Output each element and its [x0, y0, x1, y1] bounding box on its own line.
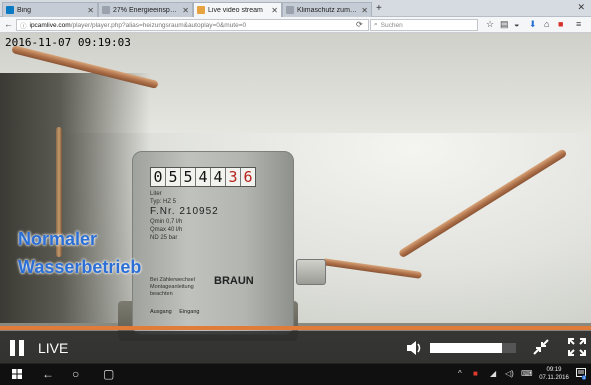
meter-digit: 4: [196, 168, 211, 186]
new-tab-button[interactable]: +: [376, 3, 382, 14]
video-timestamp: 2016-11-07 09:19:03: [5, 36, 131, 49]
tab-energieeinsparung[interactable]: 27% Energieeinsparung - Hei... ✕: [98, 2, 193, 17]
search-input[interactable]: ⌕ Suchen: [370, 19, 478, 31]
close-icon[interactable]: ✕: [361, 6, 368, 15]
speaker-icon[interactable]: [405, 339, 425, 357]
pause-icon[interactable]: [10, 340, 24, 356]
volume-slider[interactable]: [430, 343, 516, 353]
back-arrow-icon[interactable]: ←: [4, 19, 13, 29]
url-path: /player/player.php?alias=heizungsraum&au…: [70, 21, 247, 29]
addon-icon[interactable]: ■: [558, 19, 563, 29]
close-icon[interactable]: ✕: [271, 6, 278, 15]
tab-bar: Bing ✕ 27% Energieeinsparung - Hei... ✕ …: [0, 0, 591, 17]
pipe: [397, 148, 568, 259]
tab-title: Klimaschutz zum Nulltarif - H...: [297, 6, 358, 14]
meter-digit: 6: [241, 168, 255, 186]
exit-fullscreen-icon[interactable]: [532, 338, 550, 356]
pocket-icon[interactable]: ◒: [514, 19, 519, 29]
tray-app-icon[interactable]: ■: [473, 369, 478, 378]
bing-icon: [6, 6, 14, 14]
meter-brand: BRAUN: [214, 275, 254, 287]
meter-digit: 5: [166, 168, 181, 186]
pipe: [321, 258, 423, 279]
fullscreen-icon[interactable]: [568, 338, 586, 356]
meter-qmax: Qmax 40 l/h: [150, 227, 183, 233]
volume-level: [430, 343, 503, 353]
meter-nd: ND 25 bar: [150, 235, 178, 241]
tab-title: Live video stream: [208, 6, 263, 14]
network-icon[interactable]: ◢: [490, 369, 496, 378]
close-icon[interactable]: ✕: [182, 6, 189, 15]
video-stream[interactable]: 0 5 5 4 4 3 6 Liter Typ: HZ 5 F.Nr. 2109…: [0, 33, 591, 363]
page-icon: [286, 6, 294, 14]
task-view-icon[interactable]: ▢: [103, 367, 114, 381]
meter-port-in: Eingang: [179, 309, 200, 315]
meter-digit: 4: [211, 168, 226, 186]
meter-type: Typ: HZ 5: [150, 199, 177, 205]
reload-icon[interactable]: ⟳: [356, 20, 363, 29]
search-circle-icon[interactable]: ○: [72, 367, 79, 381]
meter-digit: 0: [151, 168, 166, 186]
clock-time: 09:19: [546, 367, 562, 373]
bookmark-star-icon[interactable]: ☆: [486, 19, 494, 30]
url-domain: ipcamlive.com: [29, 21, 71, 29]
search-icon: ⌕: [374, 21, 378, 28]
back-icon[interactable]: ←: [42, 367, 54, 381]
taskbar-clock[interactable]: 09:19 07.11.2016: [537, 366, 571, 382]
windows-start-icon[interactable]: [12, 369, 22, 379]
status-overlay-line2: Wasserbetrieb: [18, 257, 142, 277]
meter-serial: F.Nr. 210952: [150, 206, 219, 217]
meter-port-out: Ausgang: [150, 309, 172, 315]
meter-digit: 5: [181, 168, 196, 186]
meter-counter: 0 5 5 4 4 3 6: [150, 167, 256, 187]
close-icon[interactable]: ✕: [87, 6, 94, 15]
window-close-icon[interactable]: ✕: [577, 2, 585, 13]
meter-ports: Ausgang Eingang: [150, 309, 210, 316]
live-label: LIVE: [38, 340, 69, 356]
clock-date: 07.11.2016: [539, 375, 569, 381]
taskbar: ← ○ ▢ ^ ■ ◢ ◁) ⌨ 09:19 07.11.2016 3: [0, 364, 591, 385]
meter-note: Bei Zählerwechsel Montageanleitung beach…: [150, 277, 195, 297]
navigation-bar: ← ⓘ ipcamlive.com/player/player.php?alia…: [0, 17, 591, 33]
home-icon[interactable]: ⌂: [544, 19, 549, 29]
menu-icon[interactable]: ≡: [576, 19, 581, 29]
tab-live-video-stream[interactable]: Live video stream ✕: [193, 2, 282, 17]
meter-unit: Liter: [150, 191, 162, 197]
download-icon[interactable]: ⬇: [529, 19, 537, 30]
meter-qmin: Qmin 0,7 l/h: [150, 219, 183, 225]
tab-klimaschutz[interactable]: Klimaschutz zum Nulltarif - H... ✕: [282, 2, 372, 17]
volume-tray-icon[interactable]: ◁): [505, 369, 514, 378]
page-icon: [102, 6, 110, 14]
stream-progress: [0, 326, 591, 330]
keyboard-icon[interactable]: ⌨: [521, 369, 533, 378]
pipe-fitting: [296, 259, 326, 285]
url-bar[interactable]: ⓘ ipcamlive.com/player/player.php?alias=…: [16, 19, 369, 31]
info-icon[interactable]: ⓘ: [20, 20, 27, 30]
tab-bing[interactable]: Bing ✕: [2, 2, 98, 17]
reading-list-icon[interactable]: ▤: [500, 19, 509, 30]
status-overlay-line1: Normaler: [18, 229, 98, 249]
camera-icon: [197, 6, 205, 14]
meter-plate: Liter Typ: HZ 5 F.Nr. 210952 Qmin 0,7 l/…: [150, 190, 262, 242]
tab-title: 27% Energieeinsparung - Hei...: [113, 6, 179, 14]
meter-digit: 3: [226, 168, 241, 186]
chevron-up-icon[interactable]: ^: [458, 369, 462, 378]
search-placeholder: Suchen: [380, 21, 403, 29]
tab-title: Bing: [17, 6, 32, 14]
notifications-icon[interactable]: 3: [576, 368, 586, 380]
notification-count: 3: [583, 376, 585, 380]
